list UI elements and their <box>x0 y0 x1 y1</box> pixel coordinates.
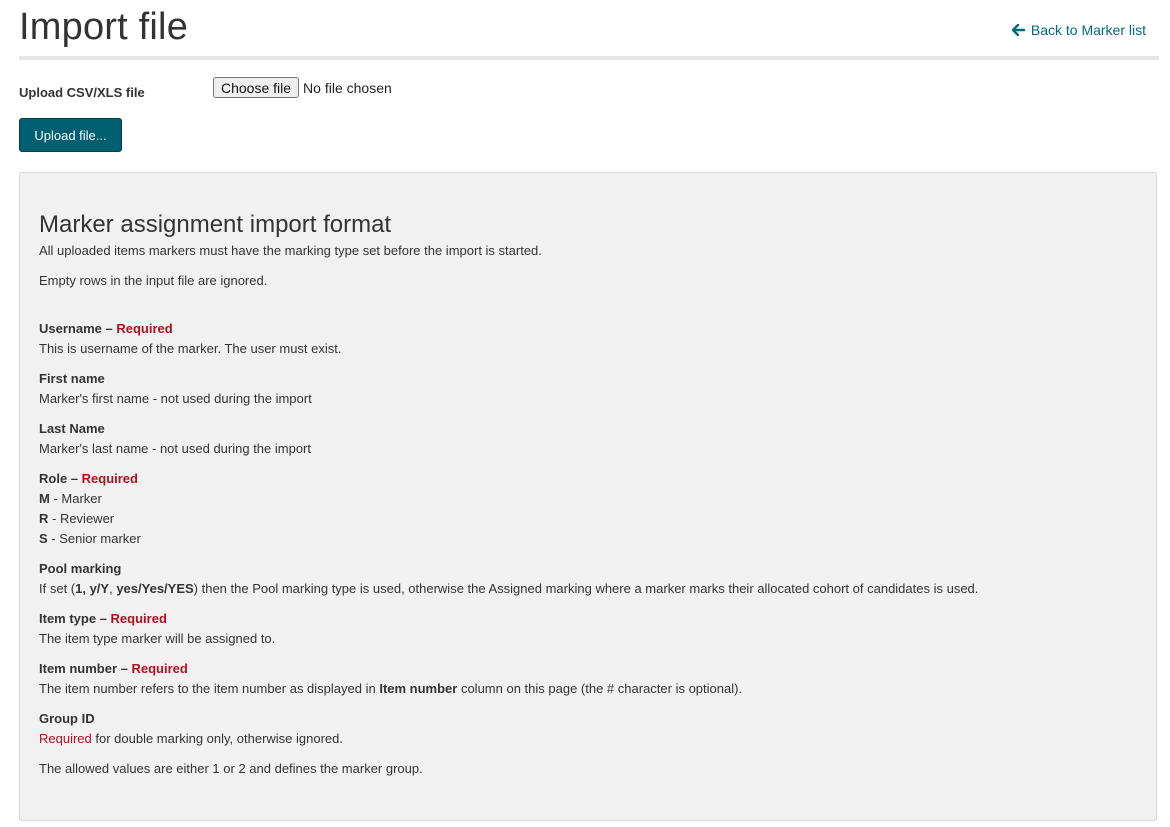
role-code: M <box>39 491 50 506</box>
role-code: S <box>39 531 48 546</box>
field-name: First name <box>39 371 105 386</box>
field-role: Role – Required M - Marker R - Reviewer … <box>39 469 1137 549</box>
field-desc: This is username of the marker. The user… <box>39 341 342 356</box>
upload-file-button[interactable]: Upload file... <box>19 118 122 152</box>
field-pool-marking: Pool marking If set (1, y/Y, yes/Yes/YES… <box>39 559 1137 599</box>
field-group-id: Group ID Required for double marking onl… <box>39 709 1137 779</box>
field-desc: Required for double marking only, otherw… <box>39 731 343 746</box>
choose-file-button[interactable]: Choose file <box>213 77 300 98</box>
intro-text-2: Empty rows in the input file are ignored… <box>39 273 268 288</box>
field-desc: The item type marker will be assigned to… <box>39 631 276 646</box>
page-title: Import file <box>19 6 189 48</box>
role-code: R <box>39 511 49 526</box>
arrow-left-icon <box>1011 24 1025 36</box>
field-name: Item type <box>39 611 97 626</box>
field-username: Username – Required This is username of … <box>39 319 1137 359</box>
intro-text-1: All uploaded items markers must have the… <box>39 243 542 258</box>
role-text: - Senior marker <box>47 531 141 546</box>
field-desc: If set (1, y/Y, yes/Yes/YES) then the Po… <box>39 581 979 596</box>
field-desc: Marker's first name - not used during th… <box>39 391 312 406</box>
no-file-text: No file chosen <box>303 79 392 96</box>
field-name: Group ID <box>39 711 95 726</box>
field-last-name: Last Name Marker's last name - not used … <box>39 419 1137 459</box>
role-option: S - Senior marker <box>39 529 1137 549</box>
field-name: Item number <box>39 661 118 676</box>
field-item-number: Item number – Required The item number r… <box>39 659 1137 699</box>
format-title: Marker assignment import format <box>39 211 392 238</box>
required-label: Required <box>81 471 138 486</box>
field-desc: The item number refers to the item numbe… <box>39 681 743 696</box>
role-text: - Marker <box>49 491 102 506</box>
page-header: Import file Back to Marker list <box>19 0 1159 60</box>
field-first-name: First name Marker's first name - not use… <box>39 369 1137 409</box>
dash: – <box>101 321 117 336</box>
dash: – <box>67 471 82 486</box>
required-text: Required <box>39 731 92 746</box>
dash: – <box>96 611 111 626</box>
file-input[interactable]: Choose file No file chosen <box>213 77 392 98</box>
import-format-panel: Marker assignment import format All uplo… <box>19 172 1157 821</box>
back-to-marker-list-link[interactable]: Back to Marker list <box>1011 22 1146 38</box>
field-item-type: Item type – Required The item type marke… <box>39 609 1137 649</box>
required-label: Required <box>110 611 167 626</box>
field-name: Username <box>39 321 102 336</box>
role-option: M - Marker <box>39 489 1137 509</box>
role-option: R - Reviewer <box>39 509 1137 529</box>
field-desc: Marker's last name - not used during the… <box>39 441 311 456</box>
field-name: Role <box>39 471 68 486</box>
required-label: Required <box>116 321 173 336</box>
allowed-values-text: The allowed values are either 1 or 2 and… <box>39 761 423 776</box>
field-name: Last Name <box>39 421 105 436</box>
role-text: - Reviewer <box>48 511 115 526</box>
upload-label: Upload CSV/XLS file <box>19 85 145 100</box>
required-label: Required <box>131 661 188 676</box>
field-name: Pool marking <box>39 561 122 576</box>
dash: – <box>117 661 132 676</box>
back-link-label: Back to Marker list <box>1030 22 1146 38</box>
